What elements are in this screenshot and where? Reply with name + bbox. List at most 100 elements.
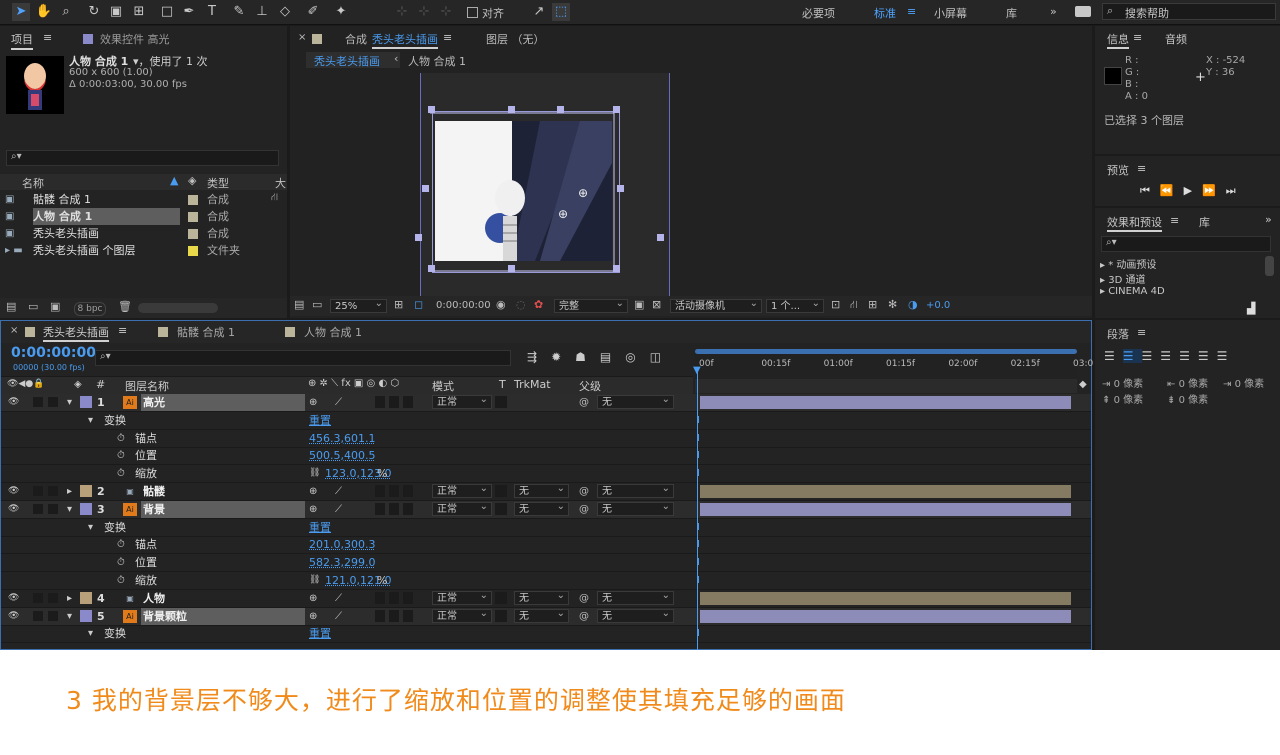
exposure-value[interactable]: +0.0 xyxy=(926,300,950,311)
axis-local-icon[interactable]: ⊹ xyxy=(393,3,411,21)
switch-box[interactable] xyxy=(403,502,413,515)
trkmat-dropdown[interactable]: 无 xyxy=(514,500,569,516)
tab-library[interactable]: 库 xyxy=(1199,214,1210,230)
shy-switch-icon[interactable]: ⊕ xyxy=(309,394,317,411)
indent-first[interactable]: ⇥ 0 像素 xyxy=(1223,375,1264,390)
stopwatch-icon[interactable]: ⏱ xyxy=(117,430,125,447)
layer-name[interactable]: 背景颗粒 xyxy=(141,607,305,625)
view-layout-dropdown[interactable]: 1 个... xyxy=(766,297,824,313)
transform-handle[interactable] xyxy=(428,106,435,113)
layer-duration-bar[interactable] xyxy=(700,485,1071,498)
quality-switch-icon[interactable]: ⟋ xyxy=(335,483,342,500)
align-right-icon[interactable]: ☰ xyxy=(1142,349,1161,363)
new-comp-icon[interactable]: ▣ xyxy=(50,300,60,313)
project-search-input[interactable]: ⌕▾ xyxy=(6,150,279,166)
shy-switch-icon[interactable]: ⊕ xyxy=(309,590,317,607)
parent-dropdown[interactable]: 无 xyxy=(597,482,674,498)
exposure-reset-icon[interactable]: ✻ xyxy=(888,298,897,311)
comp-flowchart-icon[interactable]: ⛙ xyxy=(850,298,858,313)
always-preview-icon[interactable]: ▤ xyxy=(294,298,304,311)
camera-tool-icon[interactable]: ▣ xyxy=(107,3,125,21)
twirl-icon[interactable]: ▾ xyxy=(88,625,93,642)
label-color[interactable] xyxy=(80,396,92,408)
rectangle-tool-icon[interactable]: □ xyxy=(158,3,176,21)
quality-dropdown[interactable]: 完整 xyxy=(554,297,628,313)
draft-3d-icon[interactable]: ✹ xyxy=(551,350,575,364)
mode-dropdown[interactable]: 正常 xyxy=(432,607,492,623)
interpret-footage-icon[interactable]: ▤ xyxy=(6,300,16,313)
constrain-proportions-icon[interactable]: ⛓ xyxy=(309,465,320,482)
tab-comp-active[interactable]: 秃头老头插画 xyxy=(372,31,438,49)
mode-dropdown[interactable]: 正常 xyxy=(432,394,492,409)
property-row[interactable]: ⏱ 锚点 456.3,601.1 I xyxy=(1,430,1091,448)
visibility-eye-icon[interactable]: 👁 xyxy=(8,394,19,411)
effects-title[interactable]: 效果和预设 xyxy=(1107,214,1162,232)
effects-item[interactable]: ▸ * 动画预设 xyxy=(1100,256,1156,271)
property-row[interactable]: ⏱ 缩放 ⛓ 121.0,121.0% I xyxy=(1,572,1091,590)
paragraph-menu-icon[interactable]: ≡ xyxy=(1137,326,1146,339)
transform-handle[interactable] xyxy=(613,106,620,113)
parent-dropdown[interactable]: 无 xyxy=(597,607,674,623)
solo-switch[interactable] xyxy=(33,592,43,603)
preserve-transparency[interactable] xyxy=(495,485,507,497)
indent-left[interactable]: ⇥ 0 像素 xyxy=(1102,375,1143,390)
next-frame-icon[interactable]: ⏩ xyxy=(1202,184,1226,197)
workspace-small-screen[interactable]: 小屏幕 xyxy=(934,5,967,21)
col-size[interactable]: 大 xyxy=(275,175,286,191)
transform-handle[interactable] xyxy=(422,185,429,192)
workspace-essentials[interactable]: 必要项 xyxy=(802,5,835,21)
axis-view-icon[interactable]: ⊹ xyxy=(437,3,455,21)
label-color[interactable] xyxy=(80,591,92,604)
shy-switch-icon[interactable]: ⊕ xyxy=(309,501,317,518)
show-snapshot-icon[interactable]: ◌ xyxy=(516,298,526,311)
mask-visibility-icon[interactable]: ◻ xyxy=(414,298,423,311)
more-panels-icon[interactable]: » xyxy=(1265,213,1272,226)
label-tag-icon[interactable]: ◈ xyxy=(188,174,196,187)
pen-tool-icon[interactable]: ✒ xyxy=(180,3,198,21)
switch-box[interactable] xyxy=(403,609,413,622)
close-tab-icon[interactable]: × xyxy=(10,325,18,336)
quality-switch-icon[interactable]: ⟋ xyxy=(335,501,342,518)
switch-box[interactable] xyxy=(389,609,399,622)
roto-brush-icon[interactable]: ✐ xyxy=(304,3,322,21)
transform-group-row[interactable]: ▾ 变换 重置 I xyxy=(1,519,1091,537)
brush-tool-icon[interactable]: ✎ xyxy=(230,3,248,21)
col-type[interactable]: 类型 xyxy=(207,175,229,191)
align-center-icon[interactable]: ☰ xyxy=(1122,349,1142,363)
twirl-icon[interactable]: ▾ xyxy=(67,501,72,518)
justify-all-icon[interactable]: ☰ xyxy=(1217,349,1236,363)
col-layer-name[interactable]: 图层名称 xyxy=(125,378,169,394)
monitor-icon[interactable]: ▭ xyxy=(312,298,322,311)
project-item[interactable]: ▣ 人物 合成 1 合成 xyxy=(0,208,270,225)
transform-group-row[interactable]: ▾ 变换 重置 I xyxy=(1,625,1091,644)
layer-row[interactable]: 👁 ▸ 4 ▣ 人物⊕ ⟋ 正常 无 @ 无 xyxy=(1,589,1091,608)
tab-audio[interactable]: 音频 xyxy=(1165,31,1187,47)
project-item[interactable]: ▸ ▬ 秃头老头插画 个图层 文件夹 xyxy=(0,242,270,259)
timeline-tab-active[interactable]: 秃头老头插画 xyxy=(43,324,109,342)
type-tool-icon[interactable]: T xyxy=(203,3,221,21)
selection-bounds[interactable] xyxy=(432,111,620,273)
quality-switch-icon[interactable]: ⟋ xyxy=(335,394,342,411)
pan-behind-tool-icon[interactable]: ⊞ xyxy=(130,3,148,21)
keyboard-icon[interactable] xyxy=(1075,6,1091,17)
effects-menu-icon[interactable]: ≡ xyxy=(1170,214,1179,227)
toggle-pixel-icon[interactable]: ⊡ xyxy=(831,298,840,311)
indent-right[interactable]: ⇤ 0 像素 xyxy=(1167,375,1208,390)
lock-switch[interactable] xyxy=(48,610,58,621)
twirl-icon[interactable]: ▾ xyxy=(67,394,72,411)
lock-switch[interactable] xyxy=(48,592,58,603)
switch-box[interactable] xyxy=(375,591,385,604)
breadcrumb-active[interactable]: 秃头老头插画 xyxy=(314,53,380,69)
switch-box[interactable] xyxy=(389,396,399,408)
sort-ascending-icon[interactable]: ▲ xyxy=(170,174,178,187)
project-menu-icon[interactable]: ≡ xyxy=(43,31,52,44)
switch-box[interactable] xyxy=(389,502,399,515)
layer-row[interactable]: 👁 ▾ 3 Ai 背景⊕ ⟋ 正常 无 @ 无 xyxy=(1,500,1091,519)
trash-icon[interactable]: 🗑 xyxy=(118,300,132,313)
lock-switch[interactable] xyxy=(48,397,58,407)
space-before[interactable]: ⇞ 0 像素 xyxy=(1102,391,1143,406)
stopwatch-icon[interactable]: ⏱ xyxy=(117,536,125,553)
layer-name[interactable]: 高光 xyxy=(141,394,305,411)
constrain-proportions-icon[interactable]: ⛓ xyxy=(309,572,320,589)
breadcrumb-next[interactable]: 人物 合成 1 xyxy=(408,53,466,69)
